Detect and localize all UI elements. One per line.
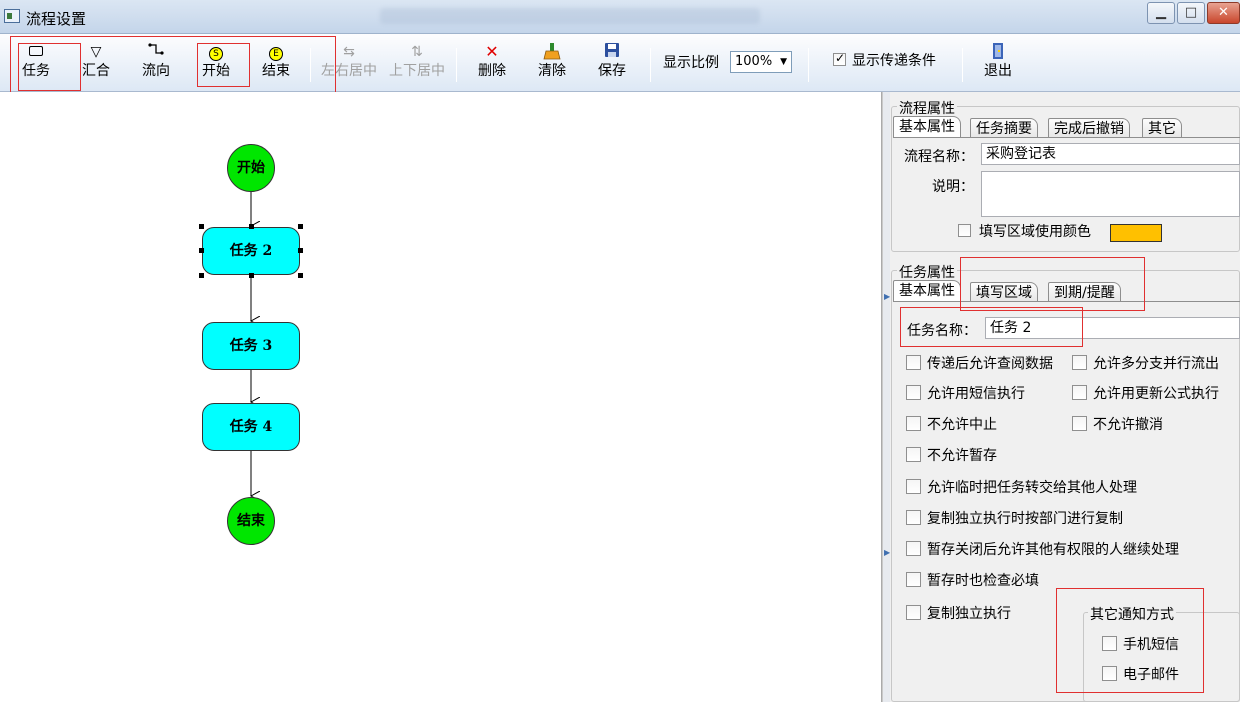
option-allow-parallel-branches[interactable]: 允许多分支并行流出 [1072,353,1232,372]
description-input[interactable] [981,171,1240,217]
flow-tab-undo[interactable]: 完成后撤销 [1048,118,1130,138]
delete-button[interactable]: ✕ 删除 [470,42,514,88]
checkbox[interactable] [1072,355,1087,370]
option-allow-temp-transfer[interactable]: 允许临时把任务转交给其他人处理 [906,477,1226,496]
show-condition-checkbox[interactable]: ✓ [833,51,846,66]
task-node-4[interactable]: 任务 4 [202,403,300,451]
exit-door-icon [976,42,1020,62]
checkbox[interactable] [906,355,921,370]
close-button[interactable]: ✕ [1207,2,1240,24]
delete-x-icon: ✕ [485,42,499,61]
zoom-label: 显示比例 [663,55,719,71]
annotation-box [1056,588,1204,693]
clear-button[interactable]: 清除 [530,42,574,88]
broom-icon [530,42,574,62]
toolbar-separator [650,48,651,82]
start-node[interactable]: 开始 [227,144,275,192]
fill-color-label: 填写区域使用颜色 [979,224,1091,240]
selection-handle[interactable] [199,224,204,229]
toolbar-separator [456,48,457,82]
vertical-center-button[interactable]: ⇅ 上下居中 [386,42,448,88]
window-title: 流程设置 [26,10,87,28]
checkbox[interactable] [906,605,921,620]
checkbox[interactable] [906,479,921,494]
checkbox[interactable] [1072,416,1087,431]
description-label: 说明： [932,179,974,195]
toolbar-separator [808,48,809,82]
exit-button[interactable]: 退出 [976,42,1020,88]
selection-handle[interactable] [199,248,204,253]
floppy-disk-icon [590,42,634,62]
option-disallow-abort[interactable]: 不允许中止 [906,414,1066,433]
option-disallow-temp-save[interactable]: 不允许暂存 [906,445,1206,464]
checkbox[interactable] [906,385,921,400]
flow-name-input[interactable]: 采购登记表 [981,143,1240,165]
checkbox[interactable] [906,572,921,587]
flow-tab-basic[interactable]: 基本属性 [893,116,961,138]
task-node-2[interactable]: 任务 2 [202,227,300,275]
check-mark-icon: ✓ [835,51,846,65]
fill-color-swatch[interactable] [1110,224,1162,242]
save-button[interactable]: 保存 [590,42,634,88]
checkbox[interactable] [906,416,921,431]
flow-tab-other[interactable]: 其它 [1142,118,1182,138]
maximize-button[interactable]: □ [1177,2,1205,24]
option-copy-by-department[interactable]: 复制独立执行时按部门进行复制 [906,508,1226,527]
option-copy-independent[interactable]: 复制独立执行 [906,603,1056,622]
task-properties-title: 任务属性 [897,262,957,282]
flow-properties-title: 流程属性 [897,98,957,118]
selection-handle[interactable] [199,273,204,278]
flow-canvas[interactable]: 开始 任务 2 任务 3 任务 4 结束 [0,92,882,702]
selection-handle[interactable] [298,224,303,229]
selection-handle[interactable] [249,224,254,229]
annotation-box [900,307,1083,347]
toolbar-separator [962,48,963,82]
task-tab-basic[interactable]: 基本属性 [893,280,961,302]
option-disallow-undo[interactable]: 不允许撤消 [1072,414,1232,433]
selection-handle[interactable] [298,248,303,253]
option-allow-others-continue[interactable]: 暂存关闭后允许其他有权限的人继续处理 [906,539,1236,558]
selection-handle[interactable] [298,273,303,278]
selection-handle[interactable] [249,273,254,278]
annotation-box [960,257,1145,311]
show-condition-label: 显示传递条件 [852,53,936,69]
option-allow-sms-execute[interactable]: 允许用短信执行 [906,383,1066,402]
checkbox[interactable] [906,447,921,462]
flow-tab-summary[interactable]: 任务摘要 [970,118,1038,138]
checkbox[interactable] [1072,385,1087,400]
dropdown-arrow-icon: ▼ [780,57,787,67]
zoom-select[interactable]: 100% ▼ [730,51,792,73]
flow-name-label: 流程名称： [904,149,974,165]
option-check-required-on-save[interactable]: 暂存时也检查必填 [906,570,1206,589]
app-icon [4,9,20,23]
align-vertical-icon: ⇅ [411,44,423,60]
annotation-box [197,43,250,87]
checkbox[interactable] [906,510,921,525]
tab-divider [893,137,1240,138]
end-node[interactable]: 结束 [227,497,275,545]
fill-color-checkbox[interactable] [958,224,971,237]
option-allow-update-formula[interactable]: 允许用更新公式执行 [1072,383,1232,402]
minimize-button[interactable]: ▁ [1147,2,1175,24]
panel-splitter[interactable] [882,92,890,702]
blurred-title-area [380,8,760,24]
checkbox[interactable] [906,541,921,556]
task-node-3[interactable]: 任务 3 [202,322,300,370]
connector-lines [0,192,880,702]
annotation-box [18,43,81,91]
option-allow-view-after-pass[interactable]: 传递后允许查阅数据 [906,353,1066,372]
